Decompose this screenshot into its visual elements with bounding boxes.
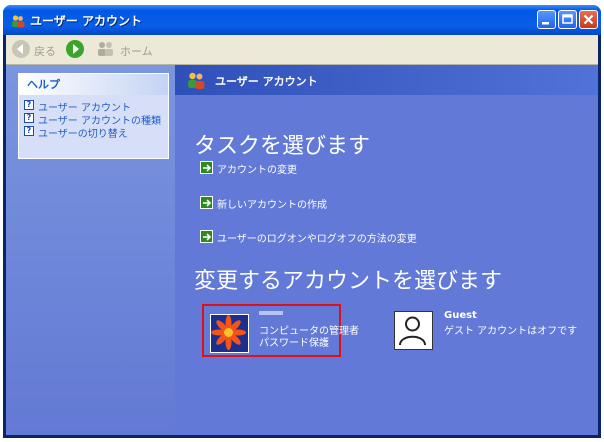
content-area: ヘルプ ? ユーザー アカウント ? ユーザー アカウントの種類 ? ユーザーの… — [6, 65, 598, 435]
user-accounts-icon — [11, 13, 25, 28]
back-arrow-icon — [12, 40, 30, 58]
accounts-title: 変更するアカウントを選びます — [194, 269, 503, 294]
main-pane: ユーザー アカウント タスクを選びます アカウントの変更 新しいアカウントの作成 — [175, 65, 598, 435]
help-link-label: ユーザーの切り替え — [38, 129, 128, 140]
account-name-redacted — [259, 311, 283, 315]
help-link-switch-user[interactable]: ? ユーザーの切り替え — [24, 125, 168, 140]
help-list: ? ユーザー アカウント ? ユーザー アカウントの種類 ? ユーザーの切り替え — [19, 95, 168, 140]
task-label: ユーザーのログオンやログオフの方法の変更 — [217, 234, 417, 245]
tasks-title: タスクを選びます — [194, 134, 371, 159]
user-accounts-window: ユーザー アカウント 戻る ホーム ヘルプ ? ユーザー アカウント ? ユーザ… — [3, 5, 601, 438]
flower-avatar — [210, 314, 249, 353]
maximize-button[interactable] — [558, 10, 577, 29]
account-name: Guest — [444, 310, 477, 321]
green-arrow-icon — [200, 196, 213, 209]
help-header[interactable]: ヘルプ — [19, 74, 168, 95]
back-label: 戻る — [34, 45, 56, 58]
navigation-toolbar: 戻る ホーム — [6, 35, 598, 65]
task-label: アカウントの変更 — [217, 165, 297, 176]
close-button[interactable] — [579, 10, 598, 29]
window-title: ユーザー アカウント — [30, 14, 142, 28]
forward-button[interactable] — [66, 40, 86, 60]
forward-arrow-icon — [66, 40, 84, 58]
green-arrow-icon — [200, 161, 213, 174]
help-panel: ヘルプ ? ユーザー アカウント ? ユーザー アカウントの種類 ? ユーザーの… — [18, 73, 169, 159]
main-header-title: ユーザー アカウント — [215, 75, 318, 88]
account-guest[interactable]: Guest ゲスト アカウントはオフです — [394, 309, 577, 357]
minimize-button[interactable] — [537, 10, 556, 29]
help-link-user-accounts[interactable]: ? ユーザー アカウント — [24, 99, 168, 114]
guest-avatar-icon — [394, 311, 433, 350]
green-arrow-icon — [200, 230, 213, 243]
help-icon: ? — [24, 126, 34, 136]
home-users-icon — [96, 41, 116, 60]
task-label: 新しいアカウントの作成 — [217, 200, 327, 211]
title-bar[interactable]: ユーザー アカウント — [3, 5, 601, 35]
home-label: ホーム — [120, 45, 153, 58]
account-admin[interactable]: コンピュータの管理者 パスワード保護 — [202, 304, 359, 357]
main-header: ユーザー アカウント — [175, 65, 598, 95]
help-icon: ? — [24, 100, 34, 110]
user-accounts-icon — [187, 71, 205, 89]
task-pane: ヘルプ ? ユーザー アカウント ? ユーザー アカウントの種類 ? ユーザーの… — [6, 65, 175, 435]
help-link-account-types[interactable]: ? ユーザー アカウントの種類 — [24, 112, 168, 127]
account-status: ゲスト アカウントはオフです — [444, 326, 578, 337]
account-password-status: パスワード保護 — [259, 338, 329, 349]
help-icon: ? — [24, 113, 34, 123]
